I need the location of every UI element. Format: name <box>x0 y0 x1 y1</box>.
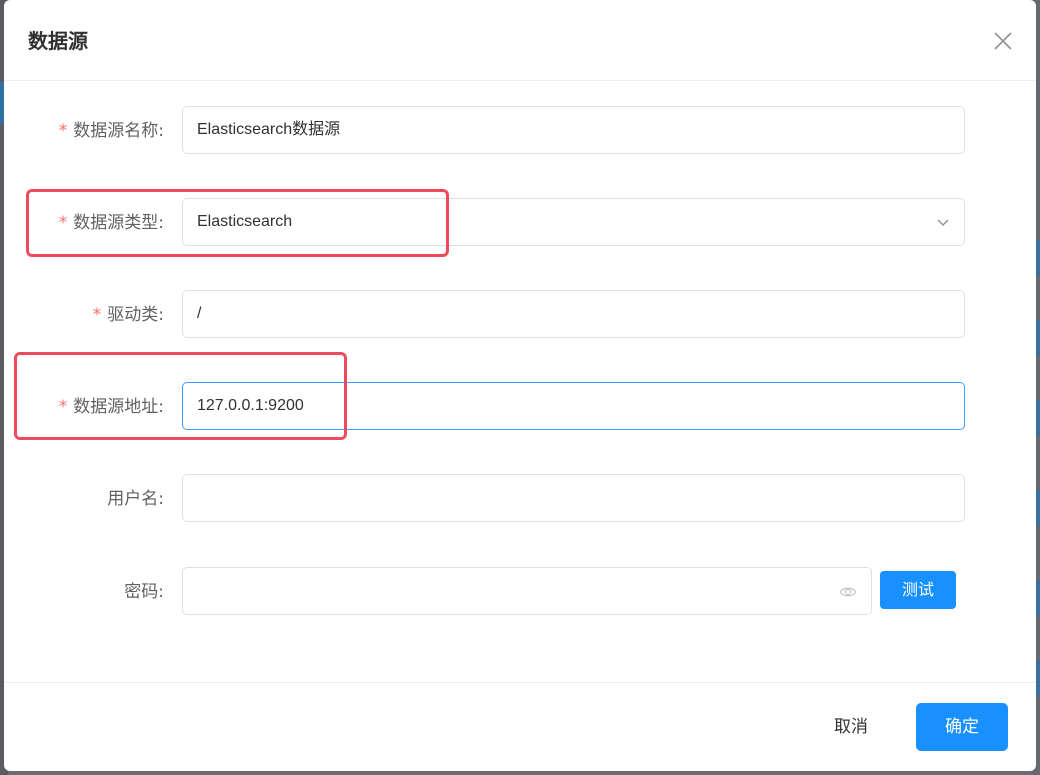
annotation-highlight-type <box>26 189 449 257</box>
form-row-datasource-name: * 数据源名称: Elasticsearch数据源 <box>4 106 1036 156</box>
username-label: 用户名: <box>107 489 164 509</box>
confirm-button[interactable]: 确定 <box>916 703 1008 751</box>
required-marker: * <box>92 305 102 325</box>
form-row-password: 密码: 测试 <box>4 567 1036 617</box>
driver-class-input[interactable]: / <box>182 290 965 338</box>
form-row-username: 用户名: <box>4 474 1036 524</box>
username-input[interactable] <box>182 474 965 522</box>
password-input[interactable] <box>182 567 872 615</box>
cancel-button[interactable]: 取消 <box>816 703 886 751</box>
datasource-dialog: 数据源 * 数据源名称: Elasticsearch数据源 * 数据源类型: Ela… <box>4 0 1036 771</box>
driver-class-label: * 驱动类: <box>92 305 164 325</box>
datasource-name-label: * 数据源名称: <box>58 121 164 141</box>
form-row-driver-class: * 驱动类: / <box>4 290 1036 340</box>
eye-icon[interactable] <box>839 583 857 601</box>
chevron-down-icon <box>937 219 949 227</box>
close-icon[interactable] <box>992 30 1014 52</box>
password-label: 密码: <box>124 582 164 602</box>
datasource-name-input[interactable]: Elasticsearch数据源 <box>182 106 965 154</box>
required-marker: * <box>58 121 68 141</box>
dialog-footer: 取消 确定 <box>4 682 1036 771</box>
dialog-header: 数据源 <box>4 0 1036 81</box>
test-connection-button[interactable]: 测试 <box>880 571 956 609</box>
dialog-title: 数据源 <box>28 29 88 53</box>
annotation-highlight-address <box>14 352 347 440</box>
